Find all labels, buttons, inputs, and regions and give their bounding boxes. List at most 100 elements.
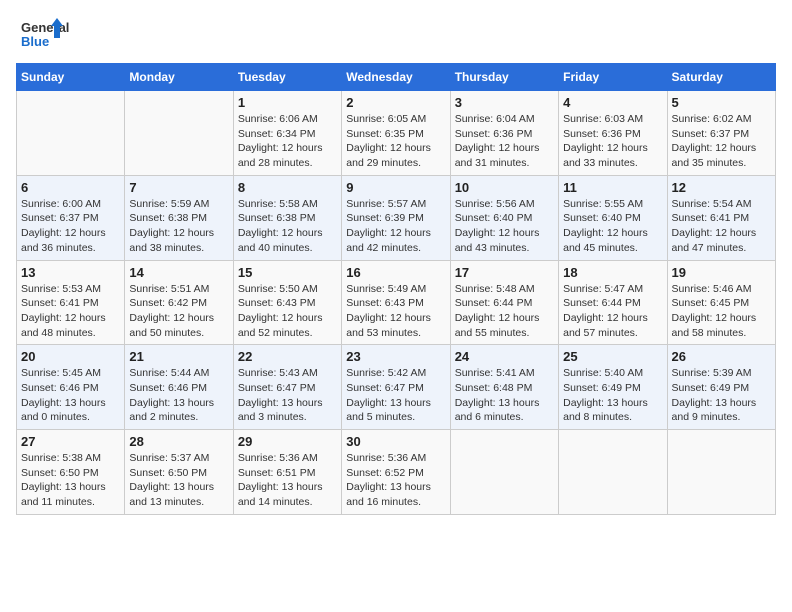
week-row-4: 20Sunrise: 5:45 AM Sunset: 6:46 PM Dayli… (17, 345, 776, 430)
svg-text:General: General (21, 20, 69, 35)
calendar-cell: 3 Sunrise: 6:04 AM Sunset: 6:36 PM Daylig… (450, 91, 558, 176)
calendar-cell: 9Sunrise: 5:57 AM Sunset: 6:39 PM Daylig… (342, 175, 450, 260)
day-info: Sunrise: 5:42 AM Sunset: 6:47 PM Dayligh… (346, 366, 445, 425)
week-row-1: 1 Sunrise: 6:06 AM Sunset: 6:34 PM Daylig… (17, 91, 776, 176)
day-info: Sunrise: 5:38 AM Sunset: 6:50 PM Dayligh… (21, 451, 120, 510)
day-header-saturday: Saturday (667, 64, 775, 91)
day-header-tuesday: Tuesday (233, 64, 341, 91)
calendar-cell: 6 Sunrise: 6:00 AM Sunset: 6:37 PM Daylig… (17, 175, 125, 260)
day-header-monday: Monday (125, 64, 233, 91)
calendar-cell: 24 Sunrise: 5:41 AM Sunset: 6:48 PM Dayli… (450, 345, 558, 430)
day-info: Sunrise: 5:53 AM Sunset: 6:41 PM Dayligh… (21, 282, 120, 341)
day-info: Sunrise: 5:51 AM Sunset: 6:42 PM Dayligh… (129, 282, 228, 341)
day-number: 23 (346, 349, 445, 364)
day-info: Sunrise: 5:48 AM Sunset: 6:44 PM Dayligh… (455, 282, 554, 341)
week-row-2: 6 Sunrise: 6:00 AM Sunset: 6:37 PM Daylig… (17, 175, 776, 260)
calendar-cell: 12 Sunrise: 5:54 AM Sunset: 6:41 PM Dayli… (667, 175, 775, 260)
calendar-cell: 16Sunrise: 5:49 AM Sunset: 6:43 PM Dayli… (342, 260, 450, 345)
day-number: 3 (455, 95, 554, 110)
day-info: Sunrise: 5:36 AM Sunset: 6:52 PM Dayligh… (346, 451, 445, 510)
day-number: 26 (672, 349, 771, 364)
calendar-table: SundayMondayTuesdayWednesdayThursdayFrid… (16, 63, 776, 515)
day-info: Sunrise: 5:41 AM Sunset: 6:48 PM Dayligh… (455, 366, 554, 425)
header-row: SundayMondayTuesdayWednesdayThursdayFrid… (17, 64, 776, 91)
day-info: Sunrise: 5:46 AM Sunset: 6:45 PM Dayligh… (672, 282, 771, 341)
day-number: 27 (21, 434, 120, 449)
day-header-wednesday: Wednesday (342, 64, 450, 91)
day-number: 13 (21, 265, 120, 280)
day-info: Sunrise: 6:00 AM Sunset: 6:37 PM Dayligh… (21, 197, 120, 256)
day-number: 18 (563, 265, 662, 280)
day-number: 14 (129, 265, 228, 280)
day-info: Sunrise: 6:03 AM Sunset: 6:36 PM Dayligh… (563, 112, 662, 171)
day-info: Sunrise: 6:02 AM Sunset: 6:37 PM Dayligh… (672, 112, 771, 171)
day-number: 7 (129, 180, 228, 195)
day-header-sunday: Sunday (17, 64, 125, 91)
day-number: 11 (563, 180, 662, 195)
day-info: Sunrise: 5:50 AM Sunset: 6:43 PM Dayligh… (238, 282, 337, 341)
day-info: Sunrise: 6:05 AM Sunset: 6:35 PM Dayligh… (346, 112, 445, 171)
calendar-cell (559, 430, 667, 515)
day-number: 5 (672, 95, 771, 110)
calendar-cell: 7 Sunrise: 5:59 AM Sunset: 6:38 PM Daylig… (125, 175, 233, 260)
week-row-5: 27 Sunrise: 5:38 AM Sunset: 6:50 PM Dayli… (17, 430, 776, 515)
day-info: Sunrise: 5:57 AM Sunset: 6:39 PM Dayligh… (346, 197, 445, 256)
day-header-thursday: Thursday (450, 64, 558, 91)
day-header-friday: Friday (559, 64, 667, 91)
day-info: Sunrise: 6:06 AM Sunset: 6:34 PM Dayligh… (238, 112, 337, 171)
day-info: Sunrise: 5:36 AM Sunset: 6:51 PM Dayligh… (238, 451, 337, 510)
calendar-cell: 4 Sunrise: 6:03 AM Sunset: 6:36 PM Daylig… (559, 91, 667, 176)
day-number: 24 (455, 349, 554, 364)
day-number: 21 (129, 349, 228, 364)
day-info: Sunrise: 5:54 AM Sunset: 6:41 PM Dayligh… (672, 197, 771, 256)
day-number: 22 (238, 349, 337, 364)
day-number: 29 (238, 434, 337, 449)
day-number: 20 (21, 349, 120, 364)
day-info: Sunrise: 5:58 AM Sunset: 6:38 PM Dayligh… (238, 197, 337, 256)
day-number: 15 (238, 265, 337, 280)
calendar-cell: 26 Sunrise: 5:39 AM Sunset: 6:49 PM Dayli… (667, 345, 775, 430)
calendar-cell (450, 430, 558, 515)
day-number: 1 (238, 95, 337, 110)
calendar-cell: 29 Sunrise: 5:36 AM Sunset: 6:51 PM Dayli… (233, 430, 341, 515)
day-number: 6 (21, 180, 120, 195)
calendar-cell: 13 Sunrise: 5:53 AM Sunset: 6:41 PM Dayli… (17, 260, 125, 345)
logo: General Blue (16, 16, 82, 51)
day-number: 12 (672, 180, 771, 195)
header: General Blue (16, 16, 776, 51)
calendar-cell: 18 Sunrise: 5:47 AM Sunset: 6:44 PM Dayli… (559, 260, 667, 345)
day-info: Sunrise: 5:59 AM Sunset: 6:38 PM Dayligh… (129, 197, 228, 256)
day-info: Sunrise: 5:56 AM Sunset: 6:40 PM Dayligh… (455, 197, 554, 256)
calendar-cell: 28Sunrise: 5:37 AM Sunset: 6:50 PM Dayli… (125, 430, 233, 515)
day-info: Sunrise: 5:43 AM Sunset: 6:47 PM Dayligh… (238, 366, 337, 425)
calendar-cell: 22 Sunrise: 5:43 AM Sunset: 6:47 PM Dayli… (233, 345, 341, 430)
day-info: Sunrise: 5:49 AM Sunset: 6:43 PM Dayligh… (346, 282, 445, 341)
calendar-cell: 17 Sunrise: 5:48 AM Sunset: 6:44 PM Dayli… (450, 260, 558, 345)
calendar-cell: 30 Sunrise: 5:36 AM Sunset: 6:52 PM Dayli… (342, 430, 450, 515)
svg-text:Blue: Blue (21, 34, 49, 49)
calendar-cell: 27 Sunrise: 5:38 AM Sunset: 6:50 PM Dayli… (17, 430, 125, 515)
calendar-cell: 21 Sunrise: 5:44 AM Sunset: 6:46 PM Dayli… (125, 345, 233, 430)
day-number: 30 (346, 434, 445, 449)
calendar-cell: 5 Sunrise: 6:02 AM Sunset: 6:37 PM Daylig… (667, 91, 775, 176)
week-row-3: 13 Sunrise: 5:53 AM Sunset: 6:41 PM Dayli… (17, 260, 776, 345)
calendar-cell: 15 Sunrise: 5:50 AM Sunset: 6:43 PM Dayli… (233, 260, 341, 345)
calendar-cell (17, 91, 125, 176)
day-info: Sunrise: 5:39 AM Sunset: 6:49 PM Dayligh… (672, 366, 771, 425)
day-info: Sunrise: 5:47 AM Sunset: 6:44 PM Dayligh… (563, 282, 662, 341)
calendar-cell: 25Sunrise: 5:40 AM Sunset: 6:49 PM Dayli… (559, 345, 667, 430)
day-info: Sunrise: 6:04 AM Sunset: 6:36 PM Dayligh… (455, 112, 554, 171)
day-number: 17 (455, 265, 554, 280)
calendar-cell: 14 Sunrise: 5:51 AM Sunset: 6:42 PM Dayli… (125, 260, 233, 345)
day-number: 2 (346, 95, 445, 110)
calendar-cell: 10 Sunrise: 5:56 AM Sunset: 6:40 PM Dayli… (450, 175, 558, 260)
calendar-cell: 11 Sunrise: 5:55 AM Sunset: 6:40 PM Dayli… (559, 175, 667, 260)
day-number: 4 (563, 95, 662, 110)
day-info: Sunrise: 5:37 AM Sunset: 6:50 PM Dayligh… (129, 451, 228, 510)
day-info: Sunrise: 5:44 AM Sunset: 6:46 PM Dayligh… (129, 366, 228, 425)
day-number: 10 (455, 180, 554, 195)
day-info: Sunrise: 5:55 AM Sunset: 6:40 PM Dayligh… (563, 197, 662, 256)
calendar-cell: 19Sunrise: 5:46 AM Sunset: 6:45 PM Dayli… (667, 260, 775, 345)
day-number: 25 (563, 349, 662, 364)
calendar-cell (125, 91, 233, 176)
